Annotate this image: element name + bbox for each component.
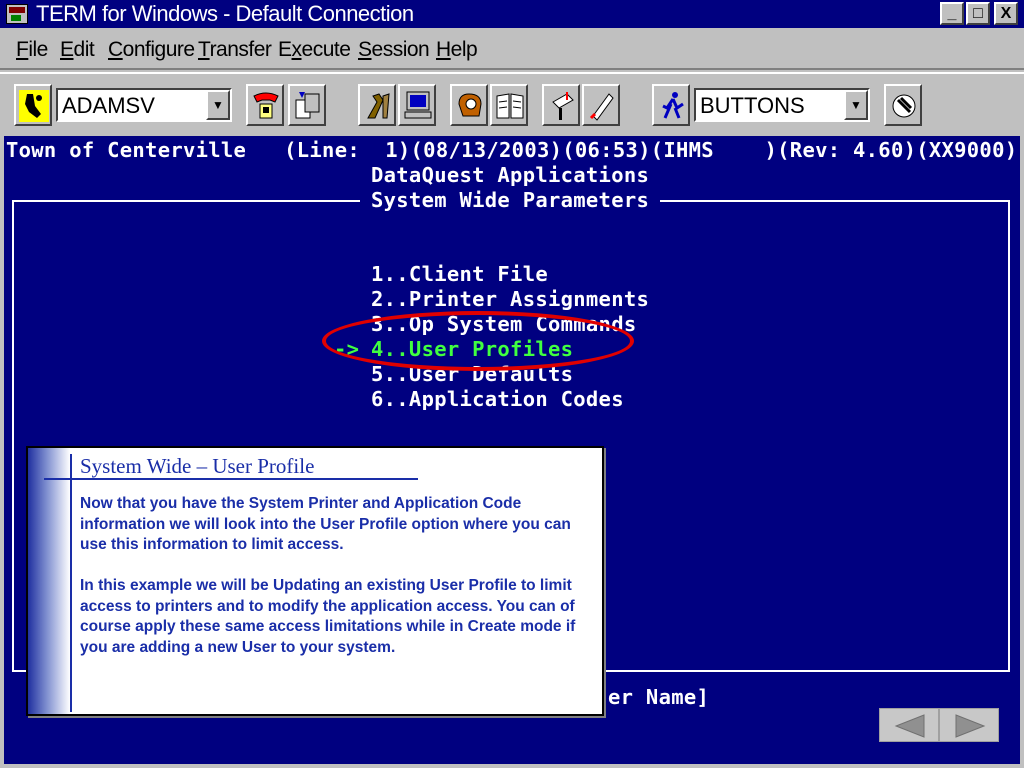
callout-title: System Wide – User Profile	[80, 454, 315, 478]
menu-configure[interactable]: Configure	[108, 38, 195, 62]
chevron-down-icon[interactable]: ▼	[844, 90, 868, 120]
pen-button[interactable]	[582, 84, 620, 126]
mitt-button[interactable]	[450, 84, 488, 126]
section-title: System Wide Parameters	[371, 188, 650, 212]
previous-slide-button[interactable]	[879, 708, 939, 742]
phone-icon	[253, 92, 279, 119]
menu-file[interactable]: File	[16, 38, 48, 62]
next-slide-button[interactable]	[939, 708, 999, 742]
menu-execute[interactable]: Execute	[278, 38, 351, 62]
tools-button[interactable]	[358, 84, 396, 126]
chevron-down-icon[interactable]: ▼	[206, 90, 230, 120]
buttons-combo[interactable]: BUTTONS ▼	[694, 88, 870, 122]
window-title: TERM for Windows - Default Connection	[36, 1, 414, 26]
runner-icon	[662, 92, 684, 119]
copy-button[interactable]	[288, 84, 326, 126]
menu-option-client-file[interactable]: 1..Client File	[371, 262, 548, 286]
menu-session[interactable]: Session	[358, 38, 430, 62]
script-button[interactable]	[884, 84, 922, 126]
mailbox-button[interactable]	[542, 84, 580, 126]
app-title: DataQuest Applications	[371, 163, 650, 187]
menu-bar: File Edit Configure Transfer Execute Ses…	[0, 28, 1024, 70]
user-combo[interactable]: ADAMSV ▼	[56, 88, 232, 122]
phone-button[interactable]	[246, 84, 284, 126]
tutorial-callout: System Wide – User Profile Now that you …	[26, 446, 604, 716]
computer-icon	[404, 91, 432, 119]
book-button[interactable]	[490, 84, 528, 126]
terminal-header-line: Town of Centerville (Line: 1)(08/13/2003…	[6, 138, 1018, 162]
callout-paragraph-2: In this example we will be Updating an e…	[80, 577, 576, 656]
footer-prompt: er Name]	[608, 685, 710, 709]
copy-icon	[295, 92, 320, 119]
script-icon	[892, 94, 916, 118]
menu-help[interactable]: Help	[436, 38, 478, 62]
mitt-icon	[458, 93, 482, 117]
callout-paragraph-1: Now that you have the System Printer and…	[80, 495, 571, 553]
mailbox-icon	[552, 92, 574, 120]
maximize-button[interactable]: □	[966, 2, 990, 25]
menu-transfer[interactable]: Transfer	[198, 38, 272, 62]
triangle-right-icon	[955, 714, 986, 738]
toolbar: ADAMSV ▼ BUTTONS ▼	[0, 72, 1024, 134]
highlight-ring	[322, 311, 634, 371]
menu-option-application-codes[interactable]: 6..Application Codes	[371, 387, 624, 411]
title-bar: TERM for Windows - Default Connection _ …	[0, 0, 1024, 28]
binoculars-icon	[19, 90, 49, 122]
minimize-button[interactable]: _	[940, 2, 964, 25]
computer-button[interactable]	[398, 84, 436, 126]
close-button[interactable]: X	[994, 2, 1018, 25]
binoculars-button[interactable]	[14, 84, 52, 126]
tools-icon	[367, 93, 390, 119]
pen-icon	[589, 93, 614, 121]
menu-edit[interactable]: Edit	[60, 38, 95, 62]
triangle-left-icon	[894, 714, 925, 738]
runner-button[interactable]	[652, 84, 690, 126]
term-app-icon[interactable]	[6, 4, 28, 24]
book-icon	[496, 93, 524, 119]
menu-option-printer-assignments[interactable]: 2..Printer Assignments	[371, 287, 649, 311]
